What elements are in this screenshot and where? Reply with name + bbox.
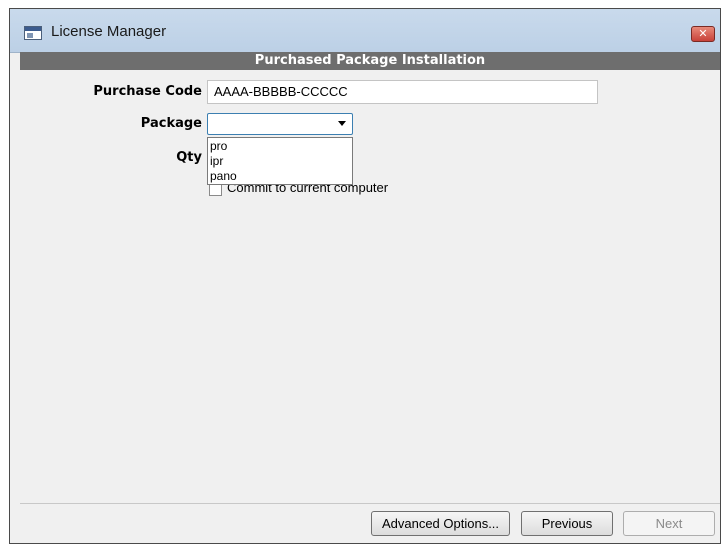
section-header: Purchased Package Installation bbox=[20, 52, 720, 70]
previous-button[interactable]: Previous bbox=[521, 511, 613, 536]
purchase-code-label: Purchase Code bbox=[93, 84, 202, 99]
footer-divider bbox=[20, 503, 720, 504]
window-title: License Manager bbox=[51, 23, 167, 40]
next-button[interactable]: Next bbox=[623, 511, 715, 536]
package-label: Package bbox=[140, 116, 202, 131]
package-dropdown-list: pro ipr pano bbox=[207, 137, 353, 185]
dropdown-option-pro[interactable]: pro bbox=[208, 139, 352, 154]
purchase-code-input[interactable]: AAAA-BBBBB-CCCCC bbox=[207, 80, 598, 104]
close-button[interactable]: ✕ bbox=[691, 26, 715, 42]
advanced-options-button[interactable]: Advanced Options... bbox=[371, 511, 510, 536]
title-bar[interactable]: License Manager ✕ bbox=[10, 9, 720, 53]
package-select[interactable] bbox=[207, 113, 353, 135]
dropdown-option-pano[interactable]: pano bbox=[208, 169, 352, 184]
close-icon: ✕ bbox=[698, 27, 708, 40]
qty-label: Qty bbox=[176, 150, 202, 165]
chevron-down-icon[interactable] bbox=[338, 121, 346, 126]
dropdown-option-ipr[interactable]: ipr bbox=[208, 154, 352, 169]
app-icon bbox=[24, 26, 42, 40]
